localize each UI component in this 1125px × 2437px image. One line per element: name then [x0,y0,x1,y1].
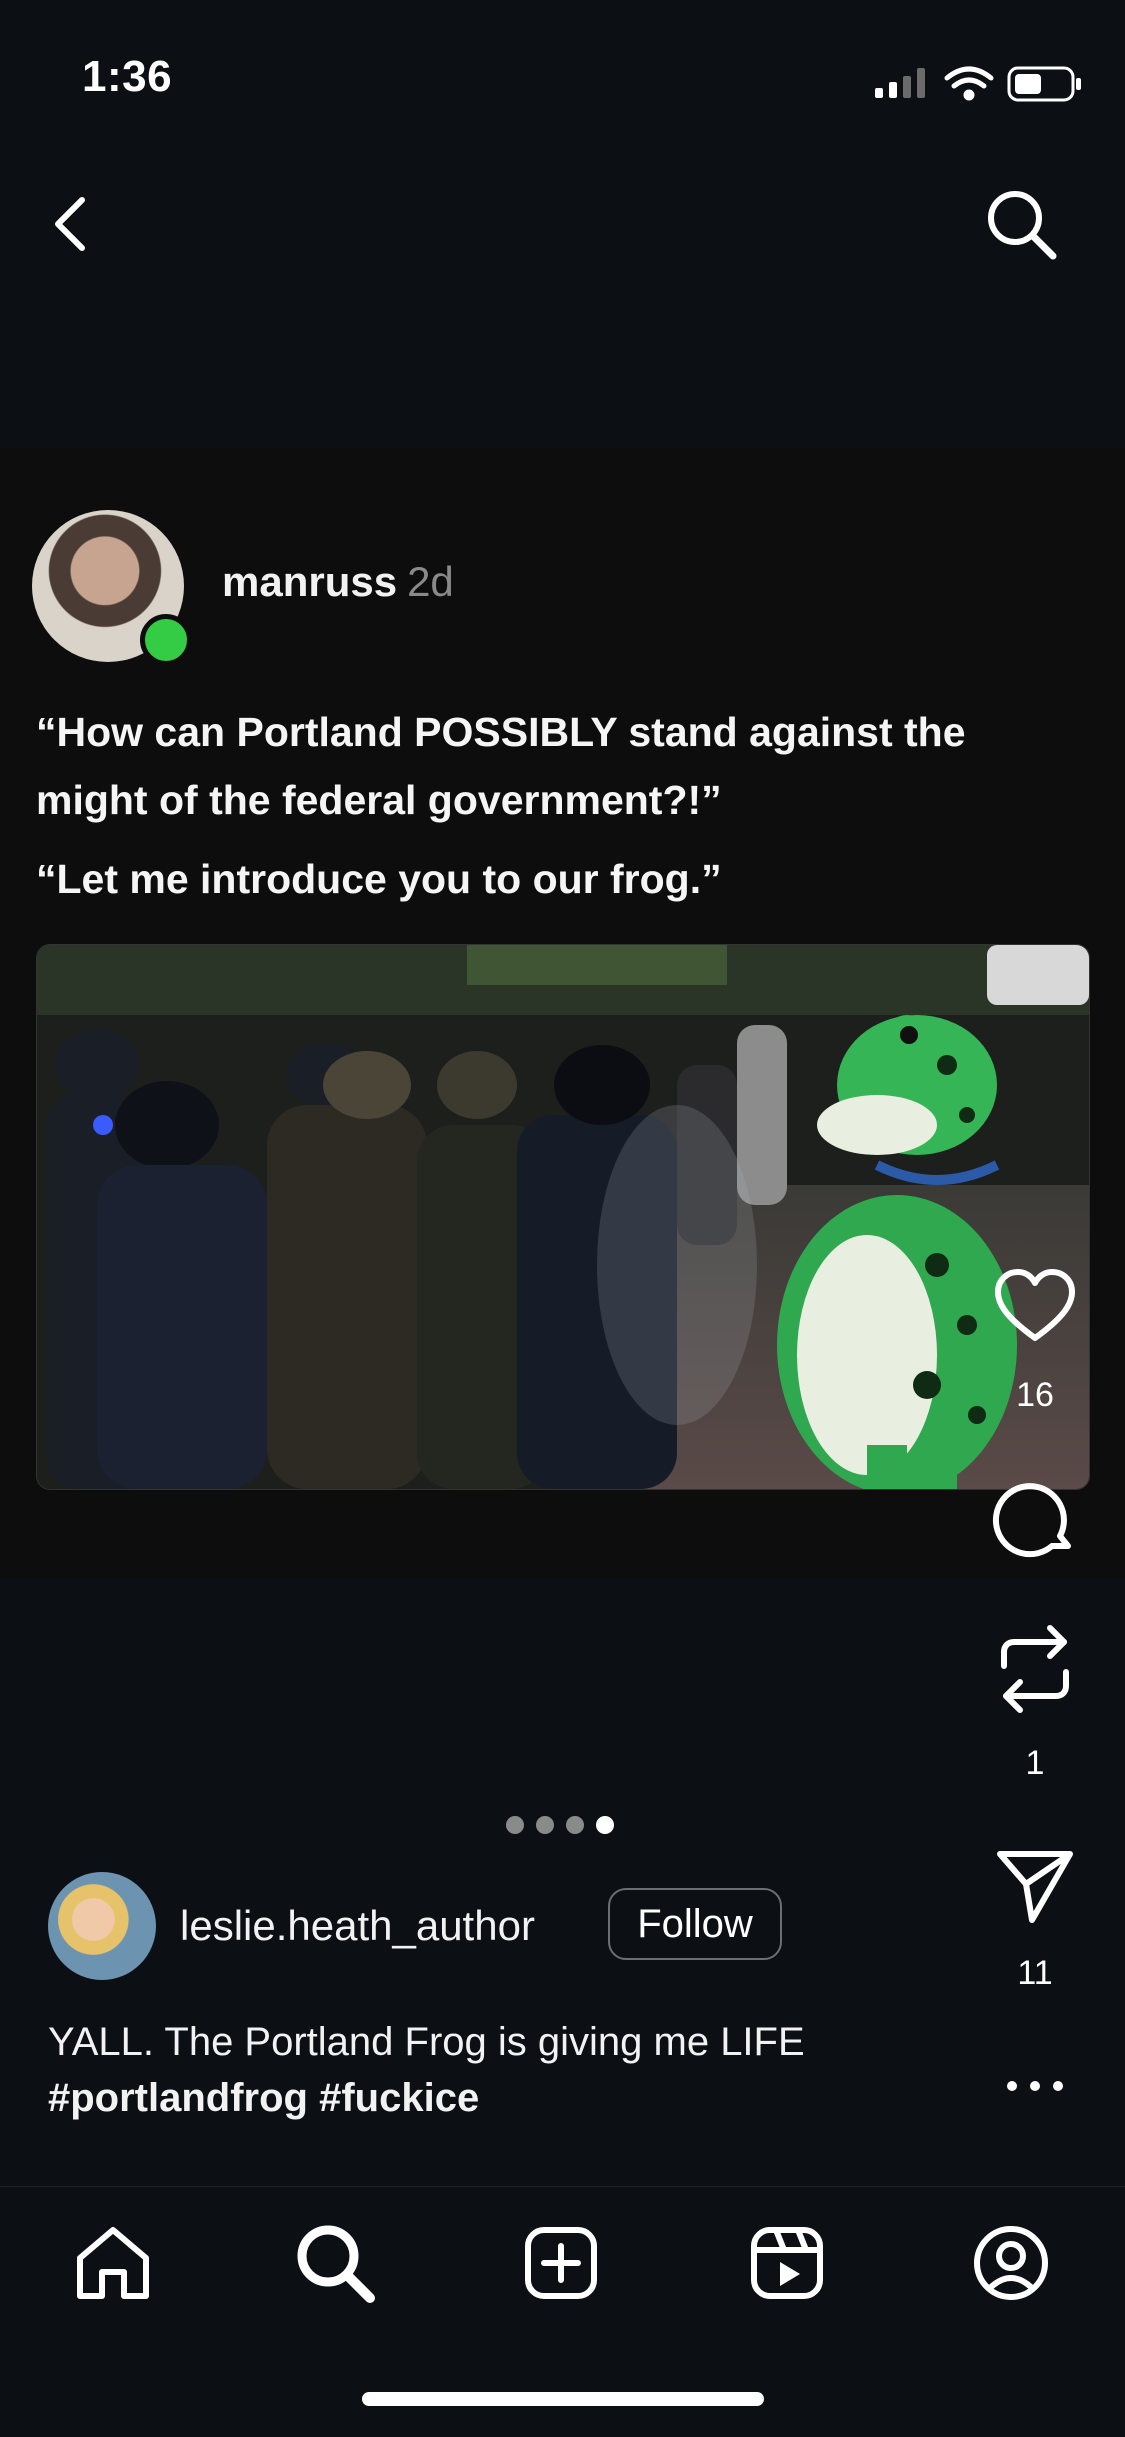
tab-search[interactable] [290,2218,380,2308]
tab-create[interactable] [516,2218,606,2308]
repost-icon [1001,1625,1069,1713]
search-icon [297,2225,375,2303]
tab-profile[interactable] [966,2218,1056,2308]
online-status-dot [140,614,192,666]
more-horizontal-icon [1007,2081,1063,2091]
comment-icon [992,1483,1071,1558]
like-count: 16 [1016,1376,1054,1414]
wifi-icon [944,66,994,101]
profile-icon [974,2226,1048,2300]
reels-icon [751,2227,823,2299]
search-icon [988,191,1057,260]
share-button[interactable] [990,1840,1080,1930]
post-username[interactable]: manruss 2d [222,558,454,606]
send-icon [997,1851,1073,1923]
repost-button[interactable] [990,1614,1080,1713]
post-text: “How can Portland POSSIBLY stand against… [36,709,966,823]
carousel-dots [506,1816,614,1836]
home-icon [77,2227,149,2299]
follow-button[interactable]: Follow [608,1888,782,1960]
caption: YALL. The Portland Frog is giving me LIF… [48,2014,948,2126]
post-text-secondary: “Let me introduce you to our frog.” [36,856,722,902]
tab-reels[interactable] [742,2218,832,2308]
caption-hashtags[interactable]: #portlandfrog #fuckice [48,2070,948,2126]
battery-icon [1007,66,1081,102]
repost-count: 1 [1025,1744,1045,1782]
more-options-button[interactable] [990,2046,1080,2126]
like-button[interactable] [990,1262,1080,1352]
caption-text: YALL. The Portland Frog is giving me LIF… [48,2020,805,2064]
search-button[interactable] [977,180,1067,264]
status-time: 1:36 [82,52,173,101]
carousel-dot[interactable] [506,1816,524,1834]
share-count: 11 [1017,1954,1053,1992]
heart-icon [995,1269,1075,1341]
cellular-signal-icon [875,68,925,98]
post-image[interactable] [36,944,1090,1490]
username-text[interactable]: manruss [222,558,397,605]
carousel-dot-active[interactable] [596,1816,614,1834]
status-icons [869,58,1089,108]
tab-home[interactable] [68,2218,158,2308]
post-timestamp: 2d [407,558,454,605]
plus-square-icon [525,2227,597,2299]
author-avatar[interactable] [48,1872,156,1980]
comment-button[interactable] [990,1474,1080,1564]
home-indicator[interactable] [362,2392,764,2406]
carousel-dot[interactable] [566,1816,584,1834]
author-username[interactable]: leslie.heath_author [180,1902,535,1950]
post-photo [37,945,1089,1489]
chevron-left-icon [55,197,85,251]
back-button[interactable] [40,180,102,264]
carousel-dot[interactable] [536,1816,554,1834]
